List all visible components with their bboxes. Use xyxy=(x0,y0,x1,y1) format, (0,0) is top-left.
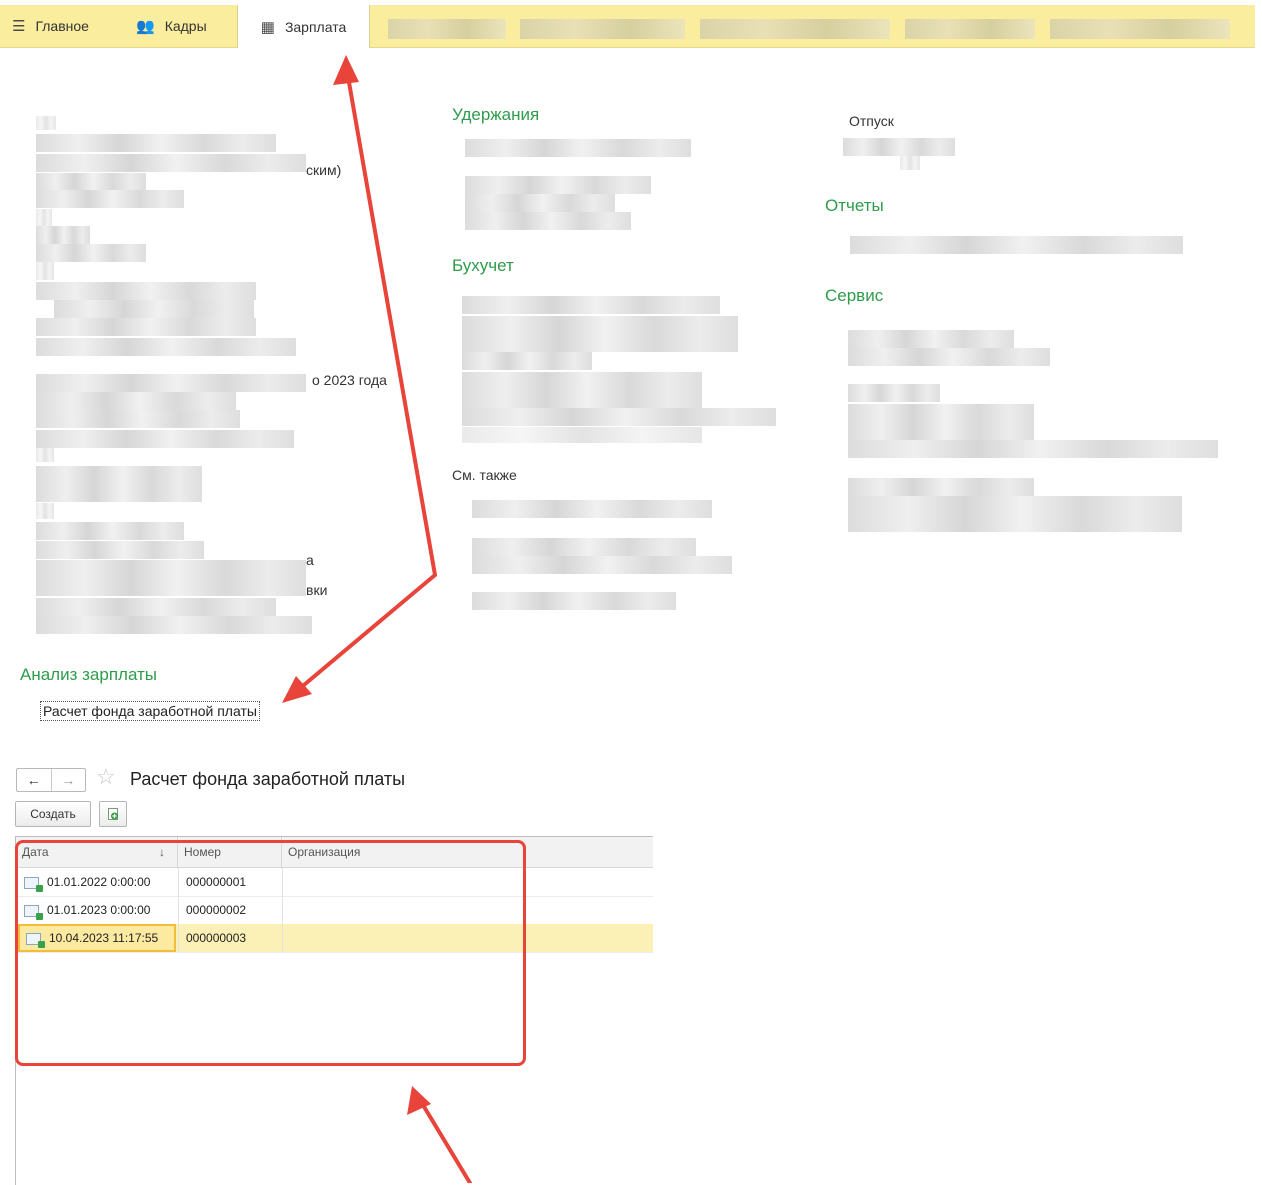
annotation-arrowhead xyxy=(333,55,359,85)
annotation-arrows xyxy=(282,55,472,1183)
annotation-arrow-down xyxy=(290,573,437,697)
annotation-arrow-up xyxy=(344,63,437,577)
annotation-arrow-bottom xyxy=(418,1098,472,1183)
